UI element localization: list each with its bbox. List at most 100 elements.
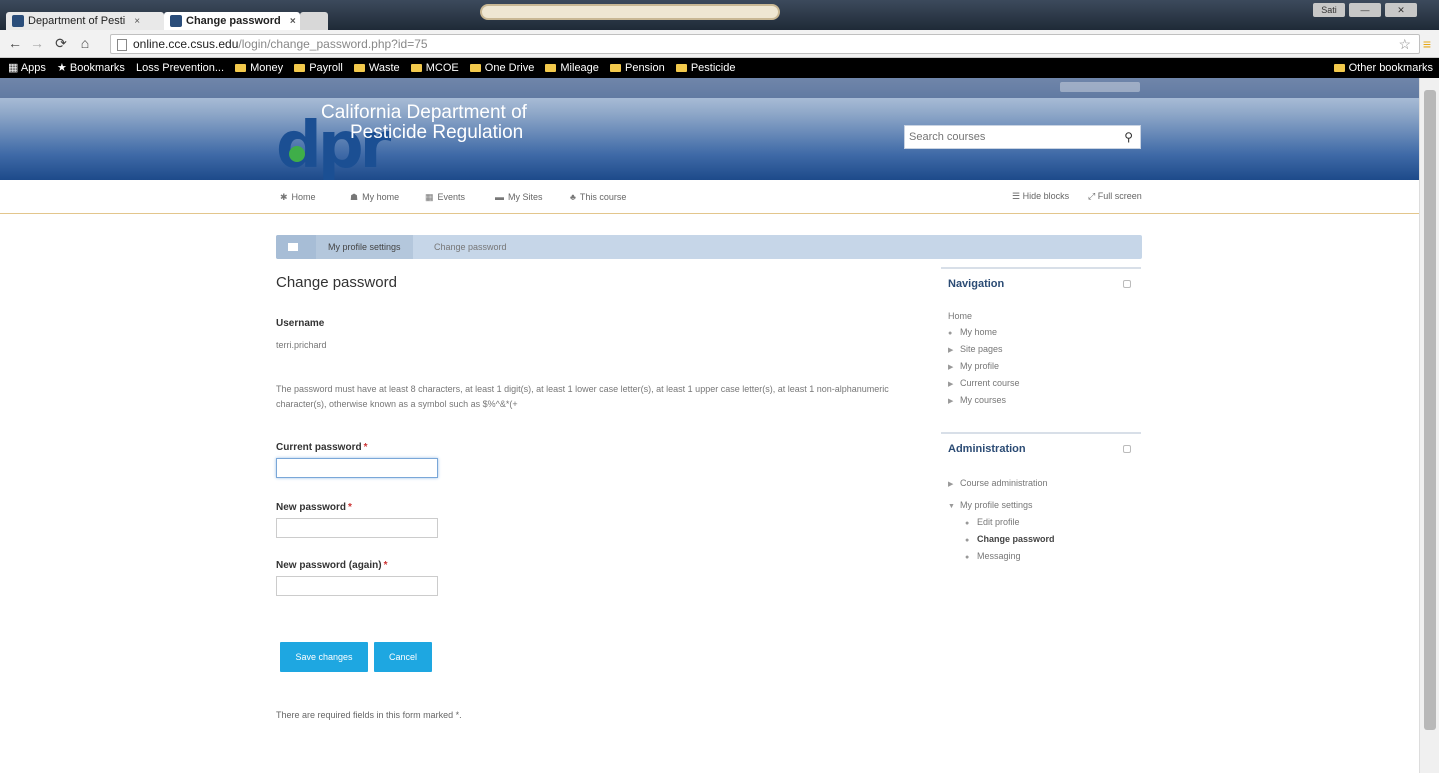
username-label: Username [276, 318, 325, 329]
folder-icon [1333, 64, 1345, 72]
nav-tree-current-course[interactable]: ▶ Current course [948, 378, 1020, 388]
collapse-arrow-icon: ▼ [948, 503, 955, 510]
address-bar[interactable]: online.cce.csus.edu/login/change_passwor… [110, 34, 1420, 54]
full-screen-button[interactable]: ⤢ Full screen [1088, 191, 1142, 202]
bookmark-star-icon[interactable]: ☆ [1398, 36, 1411, 53]
folder-icon [545, 64, 557, 72]
page-title: Change password [276, 274, 397, 291]
bookmark-one-drive[interactable]: One Drive [469, 58, 534, 78]
search-input[interactable] [905, 126, 1115, 148]
current-password-label: Current password * [276, 442, 368, 453]
page-viewport: dpr California Department of Pesticide R… [0, 78, 1439, 773]
user-menu[interactable] [1060, 82, 1140, 92]
tab-change-password[interactable]: Change password × [164, 12, 300, 30]
folder-icon [469, 64, 481, 72]
nav-tree-home[interactable]: Home [948, 311, 972, 321]
bookmark-loss-prevention[interactable]: Loss Prevention... [136, 58, 224, 78]
minimize-button[interactable]: — [1349, 3, 1381, 17]
folder-icon [410, 64, 422, 72]
new-password-again-field[interactable] [276, 576, 438, 596]
breadcrumb-home[interactable] [276, 235, 316, 259]
home-icon [288, 243, 298, 251]
bookmark-apps[interactable]: ▦ Apps [8, 58, 46, 78]
nav-tree-my-home[interactable]: ● My home [948, 327, 997, 337]
expand-icon: ⤢ [1088, 191, 1096, 201]
nav-my-home[interactable]: ☗ My home [350, 192, 399, 203]
administration-block: Administration ▶ Course administration ▼ M… [941, 432, 1141, 572]
scrollbar-thumb[interactable] [1424, 90, 1436, 730]
folder-icon [675, 64, 687, 72]
required-icon: * [383, 560, 388, 571]
reload-icon[interactable]: ⟳ [52, 35, 70, 52]
expand-arrow-icon: ▶ [948, 481, 954, 488]
collapse-icon[interactable] [1123, 280, 1131, 288]
navigation-block-title[interactable]: Navigation [948, 278, 1004, 290]
custom-menu-bar: ✱ Home ☗ My home ▦ Events ▬ My Sites ♣ This c… [0, 180, 1419, 214]
favicon-icon [12, 15, 24, 27]
bookmark-money[interactable]: Money [235, 58, 283, 78]
bookmark-other[interactable]: Other bookmarks [1333, 58, 1433, 78]
page-scrollbar[interactable] [1419, 78, 1439, 773]
bookmark-pesticide[interactable]: Pesticide [675, 58, 735, 78]
save-changes-button[interactable]: Save changes [280, 642, 368, 672]
nav-events[interactable]: ▦ Events [425, 192, 465, 203]
nav-tree-my-courses[interactable]: ▶ My courses [948, 395, 1006, 405]
favicon-icon [170, 15, 182, 27]
nav-this-course[interactable]: ♣ This course [570, 192, 626, 202]
hide-blocks-button[interactable]: ☰ Hide blocks [1012, 191, 1069, 202]
collapse-icon[interactable] [1123, 445, 1131, 453]
breadcrumb-my-profile-settings[interactable]: My profile settings [316, 235, 413, 259]
course-search: ⚲ [904, 125, 1141, 149]
new-tab-button[interactable] [300, 12, 328, 30]
forward-arrow-icon[interactable]: → [28, 35, 46, 51]
bookmark-mileage[interactable]: Mileage [545, 58, 599, 78]
profile-button[interactable]: Sati [1313, 3, 1345, 17]
bullet-icon: ● [965, 554, 970, 561]
cancel-button[interactable]: Cancel [374, 642, 432, 672]
expand-arrow-icon: ▶ [948, 347, 954, 354]
bookmarks-bar: ▦ Apps ★ Bookmarks Loss Prevention... Mo… [0, 58, 1439, 78]
new-password-field[interactable] [276, 518, 438, 538]
new-password-again-label: New password (again) * [276, 560, 388, 571]
tab-close-icon[interactable]: × [134, 16, 140, 27]
top-user-bar [0, 78, 1419, 98]
admin-messaging[interactable]: ● Messaging [965, 551, 1021, 561]
tab-department-of-pesticide[interactable]: Department of Pesti × [6, 12, 164, 30]
bookmark-mcoe[interactable]: MCOE [410, 58, 459, 78]
folder-icon [353, 64, 365, 72]
close-window-button[interactable]: ✕ [1385, 3, 1417, 17]
browser-tabstrip: Department of Pesti × Change password × … [0, 0, 1439, 30]
calendar-icon: ▦ [425, 192, 434, 202]
bookmark-bookmarks[interactable]: ★ Bookmarks [57, 58, 125, 78]
bookmark-waste[interactable]: Waste [353, 58, 400, 78]
admin-edit-profile[interactable]: ● Edit profile [965, 517, 1020, 527]
current-password-field[interactable] [276, 458, 438, 478]
home-icon[interactable]: ⌂ [76, 35, 94, 51]
required-icon: * [348, 502, 352, 513]
dpr-logo[interactable]: dpr California Department of Pesticide R… [276, 102, 636, 180]
url-domain: online.cce.csus.edu [133, 37, 239, 51]
tab-close-icon[interactable]: × [290, 16, 296, 27]
folder-icon [235, 64, 247, 72]
search-icon[interactable]: ⚲ [1124, 130, 1133, 144]
browser-menu-icon[interactable]: ≡ [1423, 36, 1431, 52]
administration-block-title[interactable]: Administration [948, 443, 1026, 455]
bullet-icon: ● [965, 537, 970, 544]
breadcrumb: My profile settings Change password [276, 235, 1142, 259]
nav-tree-site-pages[interactable]: ▶ Site pages [948, 344, 1003, 354]
back-arrow-icon[interactable]: ← [6, 35, 24, 51]
bookmark-pension[interactable]: Pension [609, 58, 665, 78]
dashboard-icon: ☗ [350, 192, 359, 202]
logo-line-2: Pesticide Regulation [350, 122, 524, 143]
bookmark-payroll[interactable]: Payroll [294, 58, 343, 78]
nav-home[interactable]: ✱ Home [280, 192, 316, 203]
admin-course-administration[interactable]: ▶ Course administration [948, 478, 1048, 488]
tab-title: Change password [186, 15, 281, 27]
expand-arrow-icon: ▶ [948, 398, 954, 405]
admin-change-password: ● Change password [965, 534, 1055, 544]
nav-my-sites[interactable]: ▬ My Sites [495, 192, 543, 202]
admin-my-profile-settings[interactable]: ▼ My profile settings [948, 500, 1033, 510]
nav-tree-my-profile[interactable]: ▶ My profile [948, 361, 999, 371]
hide-blocks-icon: ☰ [1012, 191, 1021, 201]
folder-icon [294, 64, 306, 72]
